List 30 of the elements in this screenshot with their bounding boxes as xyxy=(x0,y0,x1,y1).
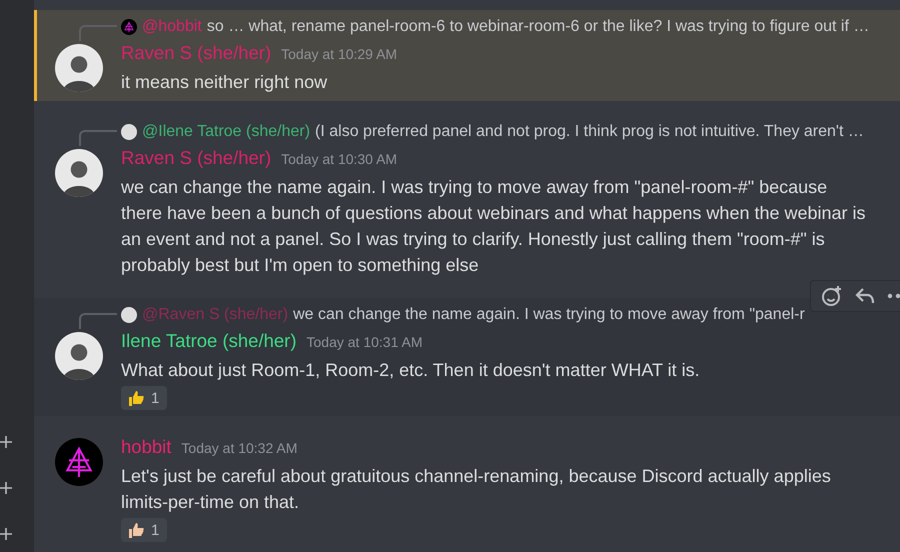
message-text: we can change the name again. I was trying to move away from "panel-room-#" because there have been a bunch of questions about webinars and what happens when the webinar is an event and not a panel. So I was trying to clarify. Honestly just calling them "room-#" is probably best but I'm open to something else xyxy=(121,176,867,277)
user-avatar[interactable] xyxy=(55,438,103,486)
message-text: Let's just be careful about gratuitous channel-renaming, because Discord actually applies limits-per-time on that. xyxy=(121,465,832,514)
reply-preview[interactable]: so … what, rename panel-room-6 to webinar-room-6 or the like? I was trying to figure out if … xyxy=(206,18,870,36)
user-avatar[interactable] xyxy=(55,149,103,197)
username[interactable]: Ilene Tatroe (she/her) xyxy=(121,330,297,352)
reply-button[interactable] xyxy=(855,287,875,305)
user-avatar[interactable] xyxy=(55,44,103,92)
timestamp: Today at 10:29 AM xyxy=(281,46,398,62)
timestamp: Today at 10:30 AM xyxy=(281,151,398,167)
plus-icon[interactable] xyxy=(0,436,12,448)
timestamp: Today at 10:32 AM xyxy=(181,440,298,456)
reply-connector xyxy=(79,130,117,146)
timestamp: Today at 10:31 AM xyxy=(306,334,422,350)
message-text: What about just Room-1, Room-2, etc. Then it doesn't matter WHAT it is. xyxy=(121,359,701,382)
reply-connector xyxy=(79,25,117,41)
message-text: it means neither right now xyxy=(121,71,328,94)
user-avatar[interactable] xyxy=(55,332,103,380)
reply-avatar xyxy=(121,124,137,140)
reply-preview[interactable]: (I also preferred panel and not prog. I think prog is not intuitive. They aren't … xyxy=(315,123,864,141)
reply-preview[interactable]: we can change the name again. I was trying to move away from "panel-r xyxy=(293,306,805,324)
plus-icon[interactable] xyxy=(0,528,12,540)
add-reaction-button[interactable] xyxy=(821,285,843,307)
username[interactable]: hobbit xyxy=(121,436,172,458)
reaction-button[interactable]: 1 xyxy=(121,386,168,410)
reply-avatar xyxy=(121,307,137,323)
reaction-button[interactable]: 1 xyxy=(121,518,168,542)
plus-icon[interactable] xyxy=(0,482,12,494)
reply-author[interactable]: @Ilene Tatroe (she/her) xyxy=(142,123,310,141)
reply-connector xyxy=(79,313,117,329)
